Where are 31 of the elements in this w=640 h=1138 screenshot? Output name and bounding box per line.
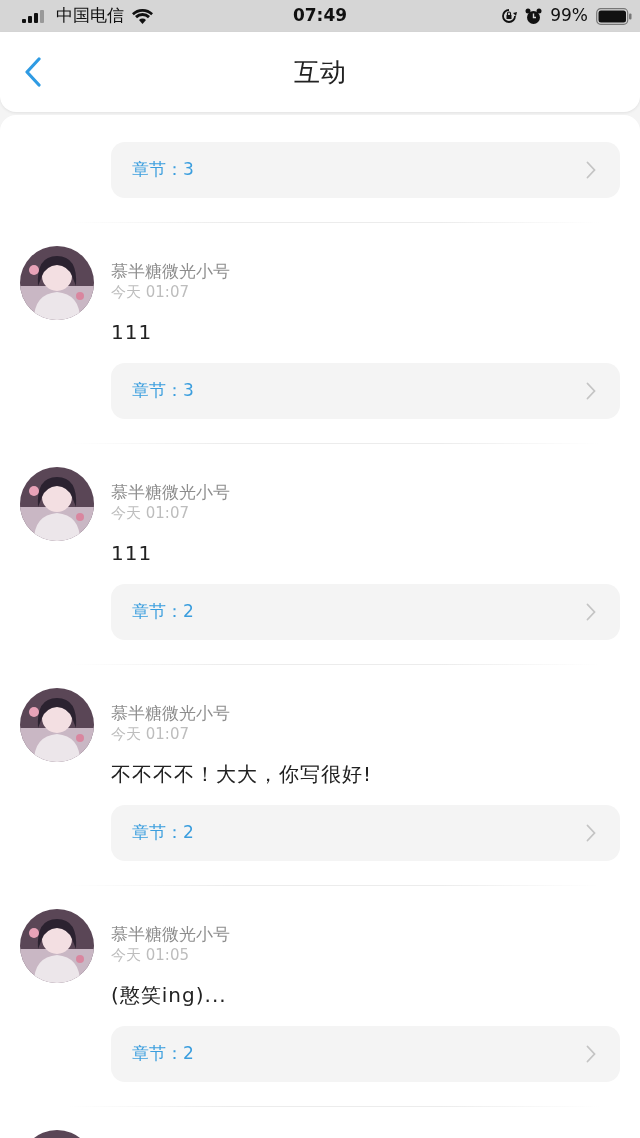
comment-text: 111: [111, 319, 154, 346]
author-name[interactable]: 慕半糖微光小号: [111, 481, 620, 503]
comment-text: 不不不不！大大，你写很好!: [111, 761, 374, 788]
battery-percent: 99%: [550, 4, 588, 28]
clock-time: 07:49: [292, 5, 348, 26]
comment-text: 111: [111, 540, 154, 567]
chapter-link[interactable]: 章节：2: [111, 584, 620, 640]
author-name[interactable]: 慕半糖微光小号: [111, 923, 620, 945]
comment-text: (憨笑ing)...: [111, 982, 228, 1009]
chevron-right-icon: [586, 603, 596, 621]
comment-time: 今天 01:07: [111, 282, 190, 302]
comment-time: 今天 01:07: [111, 724, 190, 744]
alarm-icon: [525, 7, 543, 25]
carrier-name: 中国电信: [56, 4, 124, 28]
comment-time: 今天 01:07: [111, 503, 190, 523]
rotation-lock-icon: [501, 8, 518, 24]
back-icon[interactable]: [24, 57, 42, 87]
chevron-right-icon: [586, 382, 596, 400]
chevron-right-icon: [586, 161, 596, 179]
author-name[interactable]: 慕半糖微光小号: [111, 702, 620, 724]
page-title: 互动: [294, 55, 346, 89]
comment-time: 今天 01:05: [111, 945, 190, 965]
chapter-link[interactable]: 章节：2: [111, 1026, 620, 1082]
author-name[interactable]: 慕半糖微光小号: [111, 260, 620, 282]
chapter-link[interactable]: 章节：2: [111, 805, 620, 861]
chapter-link[interactable]: 章节：3: [111, 363, 620, 419]
chevron-right-icon: [586, 824, 596, 842]
wifi-icon: [132, 8, 153, 24]
chapter-link[interactable]: 章节：3: [111, 142, 620, 198]
chevron-right-icon: [586, 1045, 596, 1063]
battery-icon: [596, 7, 632, 25]
